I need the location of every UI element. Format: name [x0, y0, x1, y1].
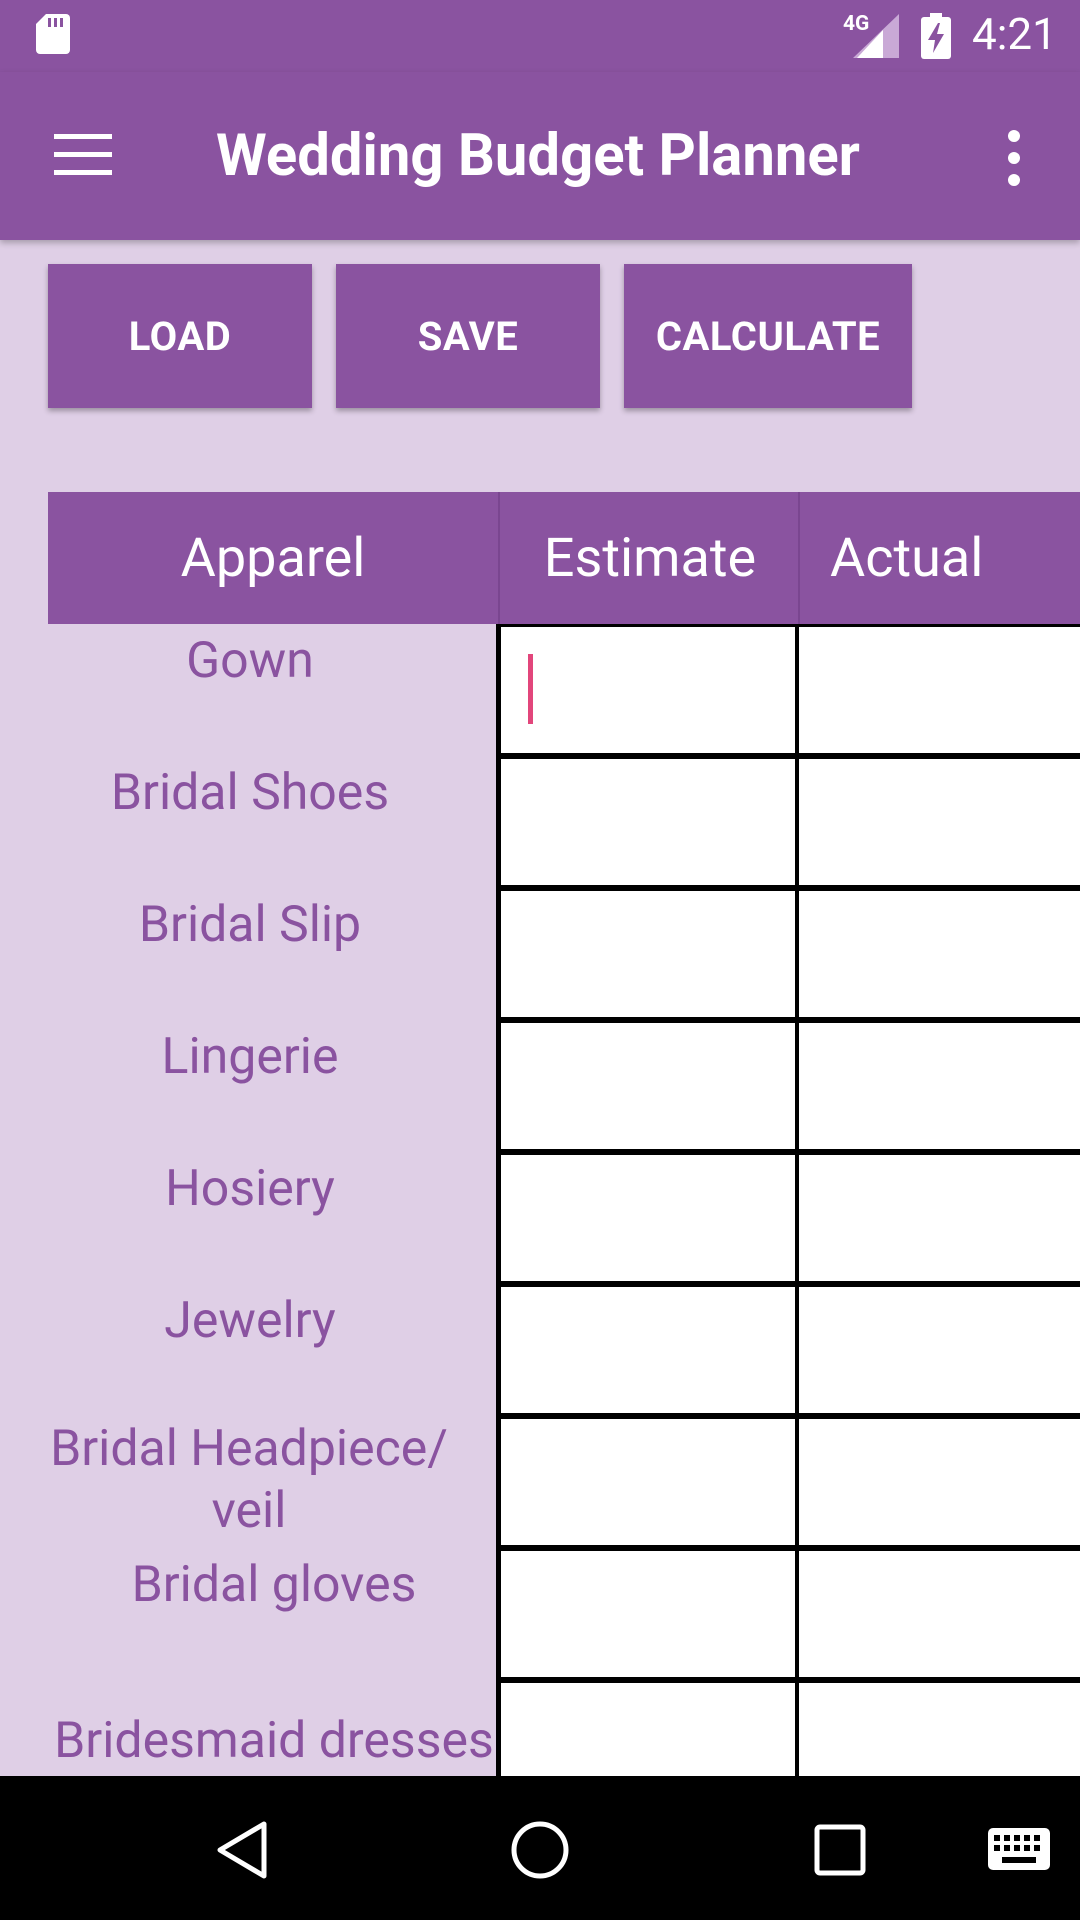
page-title: Wedding Budget Planner: [216, 122, 860, 190]
actual-input[interactable]: [796, 1680, 1080, 1776]
app-bar: Wedding Budget Planner: [0, 72, 1080, 240]
estimate-input[interactable]: [498, 1020, 798, 1152]
menu-icon[interactable]: [54, 134, 112, 176]
item-label: Bridal Shoes: [110, 764, 390, 822]
actual-input[interactable]: [796, 1020, 1080, 1152]
actual-input[interactable]: [796, 1548, 1080, 1680]
column-header-apparel: Apparel: [180, 526, 366, 590]
save-button[interactable]: SAVE: [336, 264, 600, 408]
home-icon[interactable]: [510, 1820, 570, 1880]
column-header-actual: Actual: [798, 492, 1080, 624]
back-icon[interactable]: [214, 1820, 270, 1880]
table-header: Apparel Estimate Actual: [48, 492, 1080, 624]
item-label: Jewelry: [164, 1292, 336, 1350]
navigation-bar: [0, 1776, 1080, 1920]
actual-input[interactable]: [796, 624, 1080, 756]
table-row: Bridal Slip: [0, 888, 1080, 1020]
actual-input[interactable]: [796, 888, 1080, 1020]
table-row: Bridal gloves: [0, 1548, 1080, 1680]
item-label: Bridesmaid dresses: [54, 1712, 494, 1770]
estimate-input[interactable]: [498, 1680, 798, 1776]
recents-icon[interactable]: [814, 1824, 866, 1876]
table-row: Gown: [0, 624, 1080, 756]
budget-table: Gown Bridal Shoes Bridal Slip Lingerie H…: [0, 624, 1080, 1776]
estimate-input[interactable]: [498, 888, 798, 1020]
table-row: Lingerie: [0, 1020, 1080, 1152]
table-row: Jewelry: [0, 1284, 1080, 1416]
estimate-input[interactable]: [498, 624, 798, 756]
table-row: Bridal Shoes: [0, 756, 1080, 888]
table-row: Bridal Headpiece/ veil: [0, 1416, 1080, 1548]
item-label: Bridal gloves: [131, 1556, 417, 1614]
item-label: Bridal Headpiece/ veil: [50, 1420, 448, 1540]
estimate-input[interactable]: [498, 1548, 798, 1680]
table-row: Bridesmaid dresses: [0, 1680, 1080, 1776]
actual-input[interactable]: [796, 1152, 1080, 1284]
actual-input[interactable]: [796, 1284, 1080, 1416]
clock: 4:21: [972, 8, 1057, 60]
actual-input[interactable]: [796, 1416, 1080, 1548]
item-label: Bridal Slip: [138, 896, 362, 954]
item-label: Gown: [186, 632, 314, 690]
keyboard-icon[interactable]: [988, 1828, 1050, 1870]
sd-card-icon: [36, 14, 70, 54]
calculate-button[interactable]: CALCULATE: [624, 264, 912, 408]
estimate-input[interactable]: [498, 1284, 798, 1416]
load-button[interactable]: LOAD: [48, 264, 312, 408]
status-bar: 4G 4:21: [0, 0, 1080, 72]
estimate-input[interactable]: [498, 1416, 798, 1548]
actual-input[interactable]: [796, 756, 1080, 888]
estimate-input[interactable]: [498, 1152, 798, 1284]
table-row: Hosiery: [0, 1152, 1080, 1284]
item-label: Hosiery: [165, 1160, 335, 1218]
column-header-estimate: Estimate: [498, 492, 800, 624]
more-vert-icon[interactable]: [1004, 130, 1024, 186]
estimate-input[interactable]: [498, 756, 798, 888]
text-cursor: [528, 654, 533, 724]
item-label: Lingerie: [161, 1028, 339, 1086]
signal-icon: [853, 14, 899, 58]
battery-charging-icon: [921, 13, 951, 59]
